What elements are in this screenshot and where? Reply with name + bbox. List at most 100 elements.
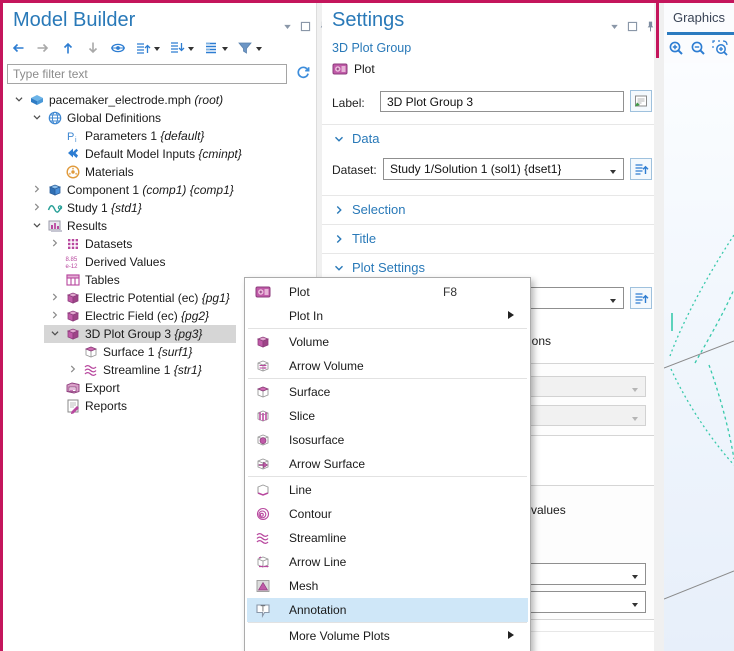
tree-item-materials[interactable]: Materials [3,163,316,181]
label-input[interactable] [380,91,624,112]
section-selection-label: Selection [352,202,405,217]
chevron-down-icon [632,388,638,395]
chevron-down-icon[interactable] [30,110,44,124]
menu-item-label: Volume [289,335,329,349]
expand-tree-button[interactable] [134,37,161,59]
forward-button[interactable] [34,37,52,59]
section-data[interactable]: Data [332,131,379,146]
menu-item-more-volume-plots[interactable]: More Volume Plots [247,624,528,648]
tree-item-label: Default Model Inputs {cminpt} [85,147,242,161]
svg-text:P: P [67,131,74,143]
collapse-tree-button[interactable] [168,37,195,59]
menu-item-arrow-volume[interactable]: Arrow Volume [247,354,528,378]
menu-item-shortcut: F8 [443,285,457,299]
graphics-canvas[interactable] [664,63,734,651]
chevron-right-icon[interactable] [30,200,44,214]
show-button[interactable] [109,37,127,59]
tree-item-datasets[interactable]: Datasets [3,235,316,253]
menu-item-volume[interactable]: Volume [247,330,528,354]
chevron-right-icon[interactable] [48,290,62,304]
menu-item-plot-in[interactable]: Plot In [247,304,528,328]
back-button[interactable] [9,37,27,59]
tree-item-tag: {pg2} [178,309,209,323]
chevron-right-icon[interactable] [48,236,62,250]
refresh-icon[interactable] [295,65,311,81]
chevron-down-icon [332,261,346,275]
graphics-tab-underline [667,32,734,35]
tree-item-component-1[interactable]: Component 1 (comp1) {comp1} [3,181,316,199]
float-panel-icon[interactable] [299,20,313,34]
menu-item-streamline[interactable]: Streamline [247,526,528,550]
tree-item-tag: {str1} [170,363,201,377]
menu-item-label: Streamline [289,531,346,545]
tree-item-pacemaker-electrode-mph[interactable]: pacemaker_electrode.mph (root) [3,91,316,109]
switch-dataset-icon [633,161,649,177]
section-selection[interactable]: Selection [332,202,405,217]
chevron-down-icon[interactable] [30,218,44,232]
section-plot-settings-label: Plot Settings [352,260,425,275]
dropdown-caret-icon[interactable] [188,47,194,54]
section-title[interactable]: Title [332,231,376,246]
tree-item-label: Electric Potential (ec) {pg1} [85,291,230,305]
filter-input[interactable] [7,64,287,84]
arrow-volume-icon [255,358,271,374]
tree-item-global-definitions[interactable]: Global Definitions [3,109,316,127]
dropdown-caret-icon[interactable] [154,47,160,54]
tree-node-display-button[interactable] [202,37,229,59]
zoom-out-icon[interactable] [690,40,706,56]
collapse-panel-icon[interactable] [281,20,295,34]
plot-button[interactable]: Plot [332,61,375,77]
go-to-source-button[interactable] [630,287,652,309]
menu-item-isosurface[interactable]: Isosurface [247,428,528,452]
section-plot-settings[interactable]: Plot Settings [332,260,425,275]
chevron-down-icon[interactable] [48,326,62,340]
tree-item-label: Component 1 (comp1) {comp1} [67,183,234,197]
chevron-down-icon[interactable] [12,92,26,106]
dropdown-caret-icon[interactable] [256,47,262,54]
clipped-checkbox-label: values [531,503,566,517]
zoom-extents-icon[interactable] [712,40,728,56]
menu-item-arrow-surface[interactable]: Arrow Surface [247,452,528,476]
tables-icon [65,272,81,288]
menu-item-contour[interactable]: Contour [247,502,528,526]
float-panel-icon[interactable] [626,20,640,34]
menu-item-slice[interactable]: Slice [247,404,528,428]
tree-item-label: Datasets [85,237,132,251]
menu-item-surface[interactable]: Surface [247,380,528,404]
plot-icon [332,61,348,77]
dropdown-caret-icon[interactable] [222,47,228,54]
dataset-select[interactable]: Study 1/Solution 1 (sol1) {dset1} [383,158,624,180]
switch-dataset-button[interactable] [630,158,652,180]
collapse-panel-icon[interactable] [608,20,622,34]
zoom-in-icon[interactable] [668,40,684,56]
menu-item-label: Slice [289,409,315,423]
rename-button[interactable] [630,90,652,112]
tree-item-results[interactable]: Results [3,217,316,235]
tree-item-default-model-inputs[interactable]: Default Model Inputs {cminpt} [3,145,316,163]
menu-item-arrow-line[interactable]: Arrow Line [247,550,528,574]
menu-item-plot[interactable]: PlotF8 [247,280,528,304]
tree-item-parameters-1[interactable]: PiParameters 1 {default} [3,127,316,145]
chevron-right-icon[interactable] [30,182,44,196]
tree-item-label: Results [67,219,107,233]
model-inputs-icon [65,146,81,162]
menu-item-annotation[interactable]: TAnnotation [247,598,528,622]
panel-divider[interactable] [654,3,664,651]
tree-item-derived-values[interactable]: 8.85e-12Derived Values [3,253,316,271]
chevron-right-icon[interactable] [66,362,80,376]
export-icon [65,380,81,396]
chevron-down-icon [632,575,638,582]
wireframe-geometry [664,63,734,651]
tree-item-label: Study 1 {std1} [67,201,142,215]
tree-item-tag: {default} [157,129,204,143]
menu-item-mesh[interactable]: Mesh [247,574,528,598]
move-down-button[interactable] [84,37,102,59]
menu-item-line[interactable]: Line [247,478,528,502]
move-up-button[interactable] [59,37,77,59]
context-menu: PlotF8Plot In Volume Arrow VolumeSurface Sl… [244,277,531,651]
tree-item-study-1[interactable]: Study 1 {std1} [3,199,316,217]
chevron-right-icon[interactable] [48,308,62,322]
menu-separator [248,328,527,329]
graphics-tab[interactable]: Graphics [664,10,734,25]
filter-button[interactable] [236,37,263,59]
